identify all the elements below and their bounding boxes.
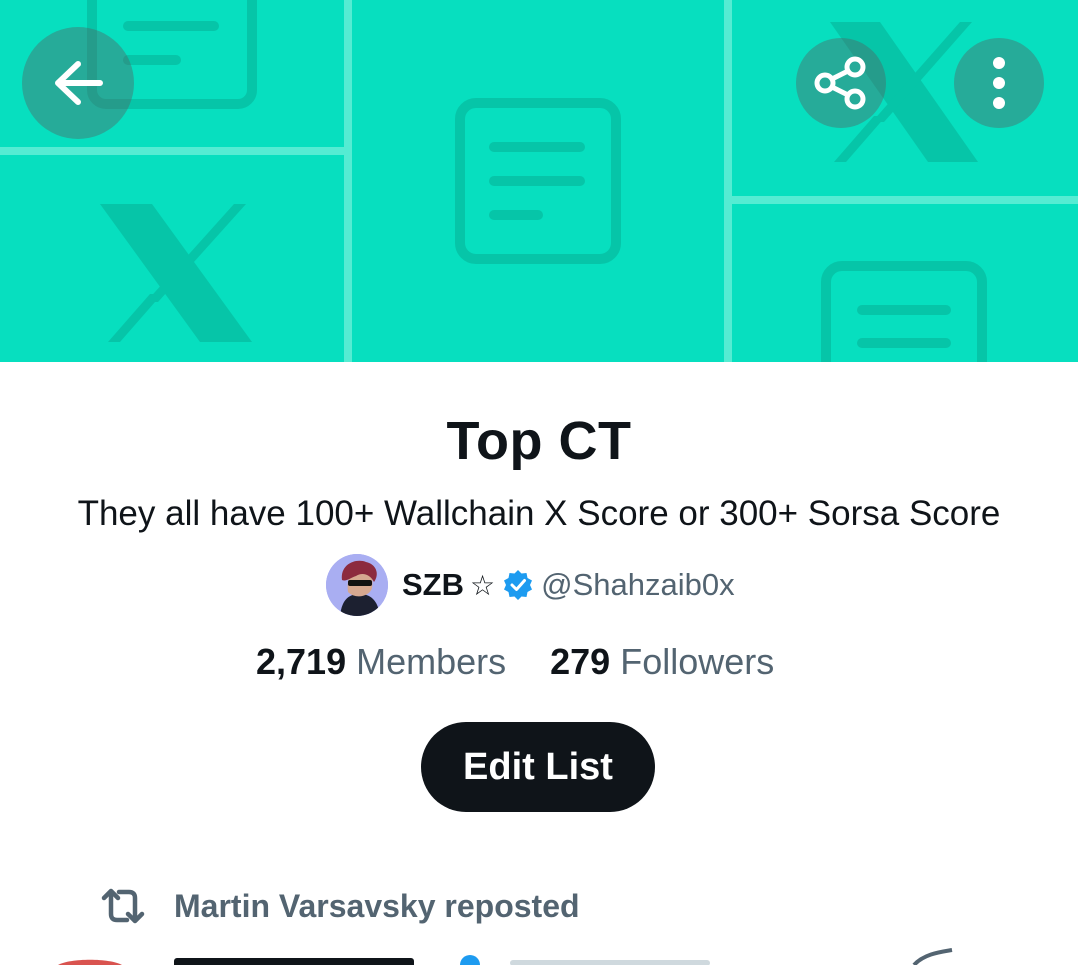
- members-label: Members: [356, 641, 507, 682]
- members-count: 2,719: [256, 641, 347, 682]
- list-owner[interactable]: SZB ☆ @Shahzaib0x: [326, 553, 735, 617]
- avatar[interactable]: [326, 554, 388, 616]
- repost-icon: [101, 888, 145, 924]
- more-vertical-icon: [993, 57, 1005, 109]
- verified-badge-icon: [504, 570, 533, 600]
- list-stats: 2,719 Members 279 Followers: [256, 641, 774, 683]
- list-banner: [0, 0, 1078, 362]
- repost-context[interactable]: Martin Varsavsky reposted: [100, 884, 580, 928]
- owner-name[interactable]: SZB: [402, 567, 464, 603]
- list-description: They all have 100+ Wallchain X Score or …: [77, 494, 1001, 533]
- next-tweet-partial: [58, 948, 953, 965]
- share-button[interactable]: [796, 38, 886, 128]
- back-button[interactable]: [22, 27, 134, 139]
- list-title: Top CT: [446, 411, 632, 471]
- edit-list-button[interactable]: Edit List: [421, 722, 655, 812]
- more-options-button[interactable]: [954, 38, 1044, 128]
- members-stat[interactable]: 2,719 Members: [256, 641, 506, 682]
- followers-label: Followers: [620, 641, 775, 682]
- avatar-image: [326, 554, 388, 616]
- arrow-left-icon: [55, 61, 103, 105]
- repost-label: Martin Varsavsky reposted: [174, 887, 580, 924]
- share-icon: [814, 56, 866, 110]
- banner-pattern: [0, 0, 1078, 362]
- followers-stat[interactable]: 279 Followers: [550, 641, 774, 682]
- owner-star-emoji: ☆: [470, 569, 496, 601]
- followers-count: 279: [550, 641, 611, 682]
- next-tweet-preview: [0, 948, 1078, 965]
- owner-handle[interactable]: @Shahzaib0x: [541, 567, 734, 603]
